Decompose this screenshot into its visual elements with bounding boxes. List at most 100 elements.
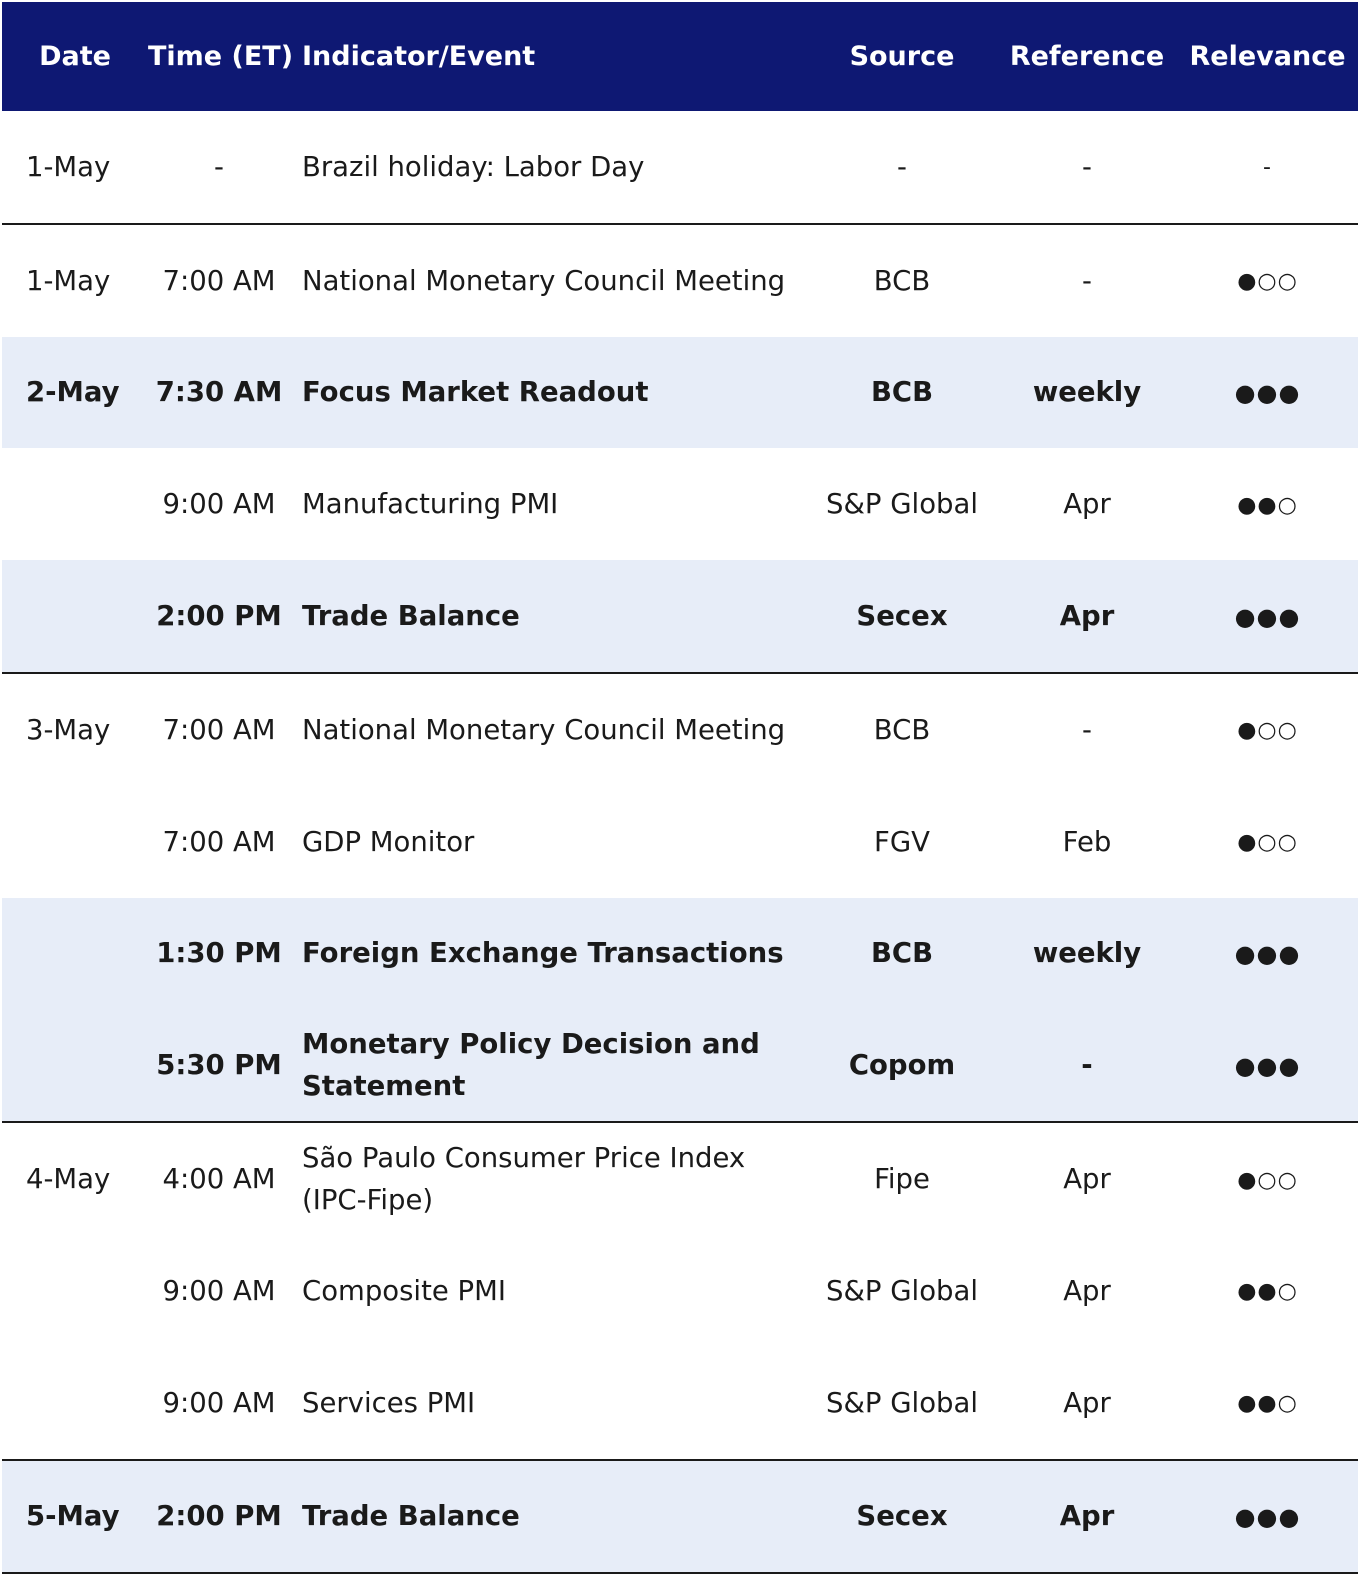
row-event: Manufacturing PMI <box>302 488 559 521</box>
row-time: 2:00 PM <box>148 1458 290 1575</box>
row-source: - <box>897 150 907 183</box>
row-reference: Apr <box>997 1121 1177 1235</box>
row-time: 9:00 AM <box>162 488 276 521</box>
row-time: 2:00 PM <box>148 560 290 673</box>
relevance-dots-icon: ●○○ <box>1237 1167 1298 1193</box>
row-source: Secex <box>807 560 997 673</box>
row-reference: - <box>997 671 1177 786</box>
row-reference: - <box>997 222 1177 337</box>
relevance-dots-icon: ●●● <box>1234 1051 1301 1080</box>
relevance-dots-icon: ●●● <box>1234 1502 1301 1531</box>
row-time: - <box>214 150 224 183</box>
row-relevance: ●●○ <box>1177 1347 1358 1460</box>
relevance-dots-icon: ●○○ <box>1237 830 1298 856</box>
row-source: BCB <box>807 671 997 786</box>
row-event: Focus Market Readout <box>290 336 807 449</box>
row-date: 2-May <box>2 336 148 449</box>
row-time: 5:30 PM <box>148 1009 290 1123</box>
header-relevance: Relevance <box>1177 2 1358 111</box>
row-source: BCB <box>807 222 997 337</box>
row-event: Composite PMI <box>302 1274 506 1307</box>
relevance-dots-icon: ●●○ <box>1237 1279 1298 1305</box>
row-relevance: ●○○ <box>1177 671 1358 786</box>
relevance-dots-icon: - <box>1263 155 1272 181</box>
row-event: Trade Balance <box>290 560 807 673</box>
row-source: Secex <box>807 1458 997 1575</box>
row-date <box>2 786 148 898</box>
row-source: S&P Global <box>826 1386 978 1419</box>
row-time: 1:30 PM <box>148 897 290 1010</box>
row-event: Brazil holiday: Labor Day <box>302 150 645 183</box>
row-event: Trade Balance <box>290 1458 807 1575</box>
header-reference: Reference <box>997 2 1177 111</box>
row-event: Foreign Exchange Transactions <box>290 897 807 1010</box>
table-header-row: Date Time (ET) Indicator/Event Source Re… <box>2 2 1358 111</box>
row-date: 1-May <box>2 222 148 337</box>
row-time: 7:30 AM <box>148 336 290 449</box>
table-row: 3-May 7:00 AM National Monetary Council … <box>2 671 1358 786</box>
table-row: 7:00 AM GDP Monitor FGV Feb ●○○ <box>2 786 1358 898</box>
row-reference: Apr <box>1063 1386 1111 1419</box>
row-reference: weekly <box>997 336 1177 449</box>
table-row: 2-May 7:30 AM Focus Market Readout BCB w… <box>2 336 1358 449</box>
header-source: Source <box>807 2 997 111</box>
row-time: 7:00 AM <box>162 825 276 858</box>
relevance-dots-icon: ●○○ <box>1237 269 1298 295</box>
table-row: 1-May - Brazil holiday: Labor Day - - - <box>2 111 1358 224</box>
row-event: National Monetary Council Meeting <box>290 222 807 337</box>
row-reference: Apr <box>997 560 1177 673</box>
row-source: S&P Global <box>826 488 978 521</box>
relevance-dots-icon: ●●○ <box>1237 1391 1298 1417</box>
row-date: 3-May <box>2 671 148 786</box>
row-event: São Paulo Consumer Price Index (IPC-Fipe… <box>290 1121 807 1235</box>
row-reference: - <box>997 1009 1177 1123</box>
row-relevance: ●●○ <box>1177 1235 1358 1347</box>
row-event: National Monetary Council Meeting <box>290 671 807 786</box>
row-source: BCB <box>807 336 997 449</box>
table-row: 9:00 AM Services PMI S&P Global Apr ●●○ <box>2 1347 1358 1460</box>
relevance-dots-icon: ●○○ <box>1237 718 1298 744</box>
row-relevance: ●○○ <box>1177 786 1358 898</box>
row-date <box>2 560 148 673</box>
header-event: Indicator/Event <box>290 2 807 111</box>
row-date <box>2 1235 148 1347</box>
row-date: 5-May <box>2 1458 148 1575</box>
row-date <box>2 448 148 560</box>
row-time: 9:00 AM <box>162 1274 276 1307</box>
table-row: 1-May 7:00 AM National Monetary Council … <box>2 222 1358 337</box>
row-source: S&P Global <box>826 1274 978 1307</box>
table-row: 9:00 AM Composite PMI S&P Global Apr ●●○ <box>2 1235 1358 1347</box>
row-time: 9:00 AM <box>162 1386 276 1419</box>
row-relevance: ●●○ <box>1177 448 1358 560</box>
row-reference: - <box>1082 150 1092 183</box>
row-date: 1-May <box>26 150 111 183</box>
row-date <box>2 1347 148 1460</box>
header-date: Date <box>2 2 148 111</box>
row-reference: Apr <box>1063 488 1111 521</box>
row-date <box>2 1009 148 1123</box>
row-relevance: ●●● <box>1177 1009 1358 1123</box>
row-source: BCB <box>807 897 997 1010</box>
row-source: Fipe <box>807 1121 997 1235</box>
row-relevance: - <box>1177 111 1358 224</box>
economic-calendar-table: Date Time (ET) Indicator/Event Source Re… <box>2 2 1358 1575</box>
row-relevance: ●○○ <box>1177 222 1358 337</box>
row-reference: weekly <box>997 897 1177 1010</box>
row-reference: Feb <box>1062 825 1112 858</box>
row-source: FGV <box>874 825 930 858</box>
row-relevance: ●●● <box>1177 336 1358 449</box>
row-time: 4:00 AM <box>148 1121 290 1235</box>
row-relevance: ●●● <box>1177 1458 1358 1575</box>
row-event: Services PMI <box>302 1386 476 1419</box>
table-row: 5-May 2:00 PM Trade Balance Secex Apr ●●… <box>2 1458 1358 1575</box>
row-relevance: ●●● <box>1177 897 1358 1010</box>
relevance-dots-icon: ●●● <box>1234 939 1301 968</box>
row-date: 4-May <box>2 1121 148 1235</box>
row-source: Copom <box>807 1009 997 1123</box>
row-event: Monetary Policy Decision and Statement <box>290 1009 807 1123</box>
row-reference: Apr <box>1063 1274 1111 1307</box>
row-reference: Apr <box>997 1458 1177 1575</box>
relevance-dots-icon: ●●● <box>1234 378 1301 407</box>
row-time: 7:00 AM <box>148 222 290 337</box>
table-row: 2:00 PM Trade Balance Secex Apr ●●● <box>2 560 1358 673</box>
